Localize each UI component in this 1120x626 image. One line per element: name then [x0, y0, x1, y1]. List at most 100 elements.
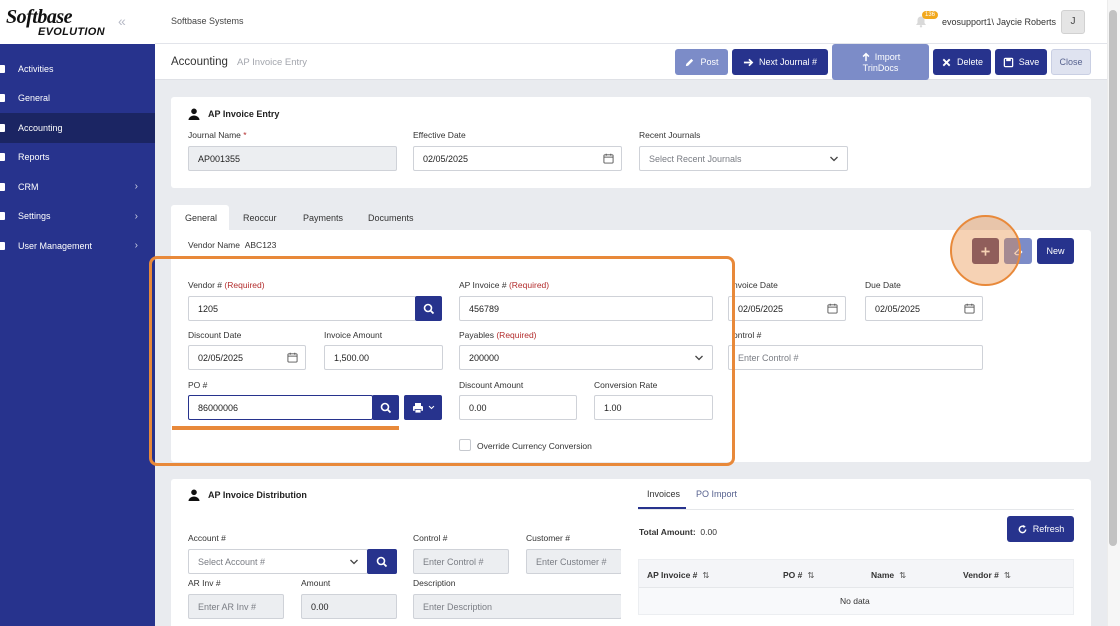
- logo-text: Softbase: [6, 6, 73, 28]
- sidebar-item-settings[interactable]: Settings ›: [0, 202, 155, 232]
- avatar[interactable]: J: [1061, 10, 1085, 34]
- sidebar-item-label: CRM: [18, 181, 39, 192]
- account-search-button[interactable]: [367, 549, 397, 574]
- dist-control-label: Control #: [413, 533, 448, 543]
- journal-name-input[interactable]: AP001355: [188, 146, 397, 171]
- description-input[interactable]: Enter Description: [413, 594, 622, 619]
- user-name[interactable]: evosupport1\ Jaycie Roberts: [942, 17, 1056, 27]
- invoices-table: AP Invoice # ⇅ PO # ⇅ Name ⇅ Vendor # ⇅ No d…: [638, 559, 1074, 615]
- card-title-text: AP Invoice Distribution: [208, 490, 307, 500]
- tab-payments[interactable]: Payments: [303, 213, 343, 223]
- invoice-date-value: 02/05/2025: [738, 303, 784, 314]
- recent-journals-select[interactable]: Select Recent Journals: [639, 146, 848, 171]
- save-label: Save: [1018, 57, 1040, 67]
- sidebar-item-crm[interactable]: CRM ›: [0, 172, 155, 202]
- logo: Softbase EVOLUTION «: [0, 0, 155, 44]
- import-trindocs-button[interactable]: Import TrinDocs: [832, 44, 929, 80]
- control-label: ontrol #: [733, 330, 762, 340]
- calendar-icon[interactable]: [827, 303, 838, 314]
- delete-button[interactable]: Delete: [933, 49, 991, 75]
- sidebar-nav: Activities General Accounting Reports CR…: [0, 54, 155, 261]
- highlight-box: [149, 256, 735, 466]
- sidebar-item-general[interactable]: General: [0, 84, 155, 114]
- sidebar-item-accounting[interactable]: Accounting: [0, 113, 155, 143]
- due-date-label: Due Date: [865, 280, 901, 290]
- account-select[interactable]: Select Account #: [188, 549, 368, 574]
- close-button[interactable]: Close: [1051, 49, 1091, 75]
- delete-label: Delete: [956, 57, 983, 67]
- chevron-down-icon: [350, 559, 358, 565]
- sidebar-item-label: Reports: [18, 152, 50, 163]
- tab-invoices[interactable]: Invoices: [647, 489, 680, 499]
- journal-name-label: Journal Name *: [188, 130, 247, 140]
- import-label: Import: [874, 51, 901, 62]
- highlight-underline: [172, 426, 399, 430]
- sidebar-item-label: User Management: [18, 240, 93, 251]
- column-header-name[interactable]: Name ⇅: [871, 570, 906, 581]
- scrollbar-thumb[interactable]: [1109, 10, 1117, 546]
- new-button[interactable]: New: [1037, 238, 1074, 264]
- amount-input[interactable]: 0.00: [301, 594, 397, 619]
- accounting-icon: [0, 123, 5, 132]
- sidebar-item-reports[interactable]: Reports: [0, 143, 155, 173]
- sidebar-item-label: Activities: [18, 63, 54, 74]
- activities-icon: [0, 64, 5, 73]
- calendar-icon[interactable]: [964, 303, 975, 314]
- effective-date-label: Effective Date: [413, 130, 466, 140]
- ap-invoice-entry-card: AP Invoice Entry Journal Name * AP001355…: [171, 97, 1091, 188]
- logo-subtext: EVOLUTION: [38, 26, 105, 38]
- total-amount: Total Amount: 0.00: [639, 527, 717, 537]
- customer-input[interactable]: Enter Customer #: [526, 549, 622, 574]
- refresh-button[interactable]: Refresh: [1007, 516, 1074, 542]
- distribution-card: AP Invoice Distribution Account # Select…: [171, 479, 622, 626]
- sidebar-item-user-management[interactable]: User Management ›: [0, 231, 155, 261]
- customer-label: Customer #: [526, 533, 570, 543]
- next-journal-button[interactable]: Next Journal #: [732, 49, 828, 75]
- invoice-date-input[interactable]: 02/05/2025: [728, 296, 846, 321]
- recent-journals-label: Recent Journals: [639, 130, 701, 140]
- account-placeholder: Select Account #: [198, 556, 266, 567]
- amount-label: Amount: [301, 578, 331, 588]
- arrow-up-icon: [862, 52, 870, 61]
- due-date-value: 02/05/2025: [875, 303, 921, 314]
- sidebar-item-activities[interactable]: Activities: [0, 54, 155, 84]
- chevron-right-icon: ›: [134, 240, 138, 251]
- effective-date-value: 02/05/2025: [423, 153, 469, 164]
- sidebar-item-label: General: [18, 93, 51, 104]
- ar-inv-label: AR Inv #: [188, 578, 221, 588]
- post-button[interactable]: Post: [675, 49, 728, 75]
- company-name: Softbase Systems: [171, 16, 244, 26]
- x-icon: [942, 58, 951, 66]
- calendar-icon[interactable]: [603, 153, 614, 164]
- due-date-input[interactable]: 02/05/2025: [865, 296, 983, 321]
- collapse-sidebar-icon[interactable]: «: [118, 13, 126, 29]
- vendor-name: Vendor Name ABC123: [188, 240, 277, 250]
- highlight-circle: [950, 215, 1021, 286]
- effective-date-input[interactable]: 02/05/2025: [413, 146, 622, 171]
- save-button[interactable]: Save: [995, 49, 1047, 75]
- control-input[interactable]: Enter Control #: [728, 345, 983, 370]
- next-journal-label: Next Journal #: [758, 57, 818, 67]
- ar-inv-input[interactable]: Enter AR Inv #: [188, 594, 284, 619]
- tab-documents[interactable]: Documents: [368, 213, 414, 223]
- column-header-po[interactable]: PO # ⇅: [783, 570, 815, 581]
- reports-icon: [0, 153, 5, 162]
- tab-reoccur[interactable]: Reoccur: [243, 213, 277, 223]
- sidebar-item-label: Accounting: [18, 122, 63, 133]
- tab-divider: [638, 509, 1074, 510]
- tab-general[interactable]: General: [185, 213, 217, 223]
- column-header-vendor[interactable]: Vendor # ⇅: [963, 570, 1011, 581]
- sort-icon: ⇅: [1003, 570, 1012, 580]
- tab-po-import[interactable]: PO Import: [696, 489, 737, 499]
- refresh-icon: [1018, 524, 1027, 533]
- user-icon: [188, 489, 200, 501]
- card-title: AP Invoice Entry: [188, 108, 279, 120]
- column-header-ap-invoice[interactable]: AP Invoice # ⇅: [647, 570, 710, 581]
- general-icon: [0, 94, 5, 103]
- sort-icon: ⇅: [807, 570, 815, 580]
- empty-table-text: No data: [840, 596, 870, 606]
- sort-icon: ⇅: [702, 570, 710, 580]
- dist-control-input[interactable]: Enter Control #: [413, 549, 509, 574]
- post-button-label: Post: [700, 57, 719, 67]
- top-bar: Softbase Systems 136 evosupport1\ Jaycie…: [155, 0, 1107, 44]
